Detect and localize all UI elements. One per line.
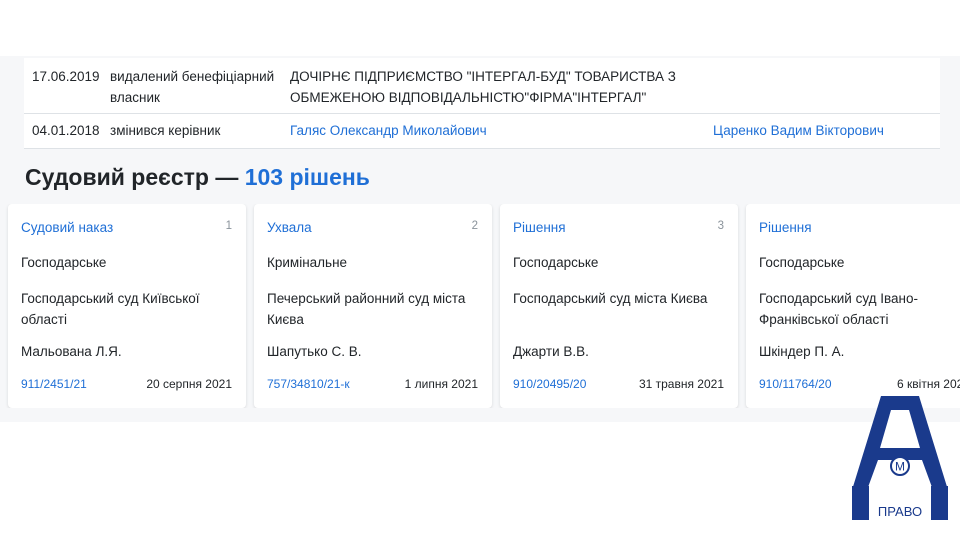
logo-caption: ПРАВО (878, 504, 922, 519)
logo-mark-letter: М (895, 460, 905, 474)
decision-type-link[interactable]: Рішення (513, 220, 566, 235)
court-name: Господарський суд Івано-Франківської обл… (759, 291, 919, 327)
decision-type-link[interactable]: Судовий наказ (21, 220, 113, 235)
history-subject-link[interactable]: Галяс Олександр Миколайович (290, 120, 690, 141)
proceeding-form: Господарське (759, 255, 845, 270)
case-number-link[interactable]: 910/20495/20 (513, 377, 586, 391)
judge-name: Шкіндер П. А. (759, 344, 845, 359)
proceeding-form: Кримінальне (267, 255, 348, 270)
judge-name: Мальована Л.Я. (21, 344, 122, 359)
history-event: змінився керівник (110, 123, 221, 138)
decision-cards: Судовий наказ 1 Господарське Господарськ… (0, 204, 960, 408)
court-name: Господарський суд Київської області (21, 291, 200, 327)
court-name: Печерський районний суд міста Києва (267, 291, 466, 327)
decision-type-link[interactable]: Рішення (759, 220, 812, 235)
history-row: 04.01.2018 змінився керівник Галяс Олекс… (24, 114, 940, 149)
court-registry-heading: Судовий реєстр — 103 рішень (25, 164, 370, 191)
decision-index: 1 (225, 220, 232, 232)
decision-date: 31 травня 2021 (638, 377, 724, 391)
case-number-link[interactable]: 757/34810/21-к (267, 377, 350, 391)
decision-type-link[interactable]: Ухвала (267, 220, 312, 235)
decision-date: 6 квітня 2021 (897, 377, 960, 391)
pravo-logo: М ПРАВО (852, 396, 948, 520)
history-row: 17.06.2019 видалений бенефіціарний власн… (24, 58, 940, 114)
decision-card[interactable]: Рішення 3 Господарське Господарський суд… (500, 204, 738, 408)
judge-name: Шапутько С. В. (267, 344, 362, 359)
decision-date: 1 липня 2021 (404, 377, 478, 391)
history-subject-secondary-link[interactable]: Царенко Вадим Вікторович (713, 120, 884, 141)
history-date: 04.01.2018 (32, 123, 100, 138)
history-table: 17.06.2019 видалений бенефіціарний власн… (24, 58, 940, 149)
judge-name: Джарти В.В. (513, 344, 589, 359)
proceeding-form: Господарське (513, 255, 599, 270)
court-registry-title: Судовий реєстр — (25, 164, 239, 190)
proceeding-form: Господарське (21, 255, 107, 270)
decision-date: 20 серпня 2021 (146, 377, 232, 391)
court-registry-count: 103 рішень (244, 164, 370, 190)
case-number-link[interactable]: 911/2451/21 (21, 377, 87, 391)
case-number-link[interactable]: 910/11764/20 (759, 377, 832, 391)
history-date: 17.06.2019 (32, 69, 100, 84)
decision-index: 2 (471, 220, 478, 232)
decision-card[interactable]: Ухвала 2 Кримінальне Печерський районний… (254, 204, 492, 408)
decision-card[interactable]: Судовий наказ 1 Господарське Господарськ… (8, 204, 246, 408)
court-name: Господарський суд міста Києва (513, 291, 708, 306)
history-subject: ДОЧІРНЄ ПІДПРИЄМСТВО "ІНТЕРГАЛ-БУД" ТОВА… (290, 69, 676, 105)
decision-index: 3 (717, 220, 724, 232)
decision-card[interactable]: Рішення Господарське Господарський суд І… (746, 204, 960, 408)
history-event: видалений бенефіціарний власник (110, 69, 275, 105)
